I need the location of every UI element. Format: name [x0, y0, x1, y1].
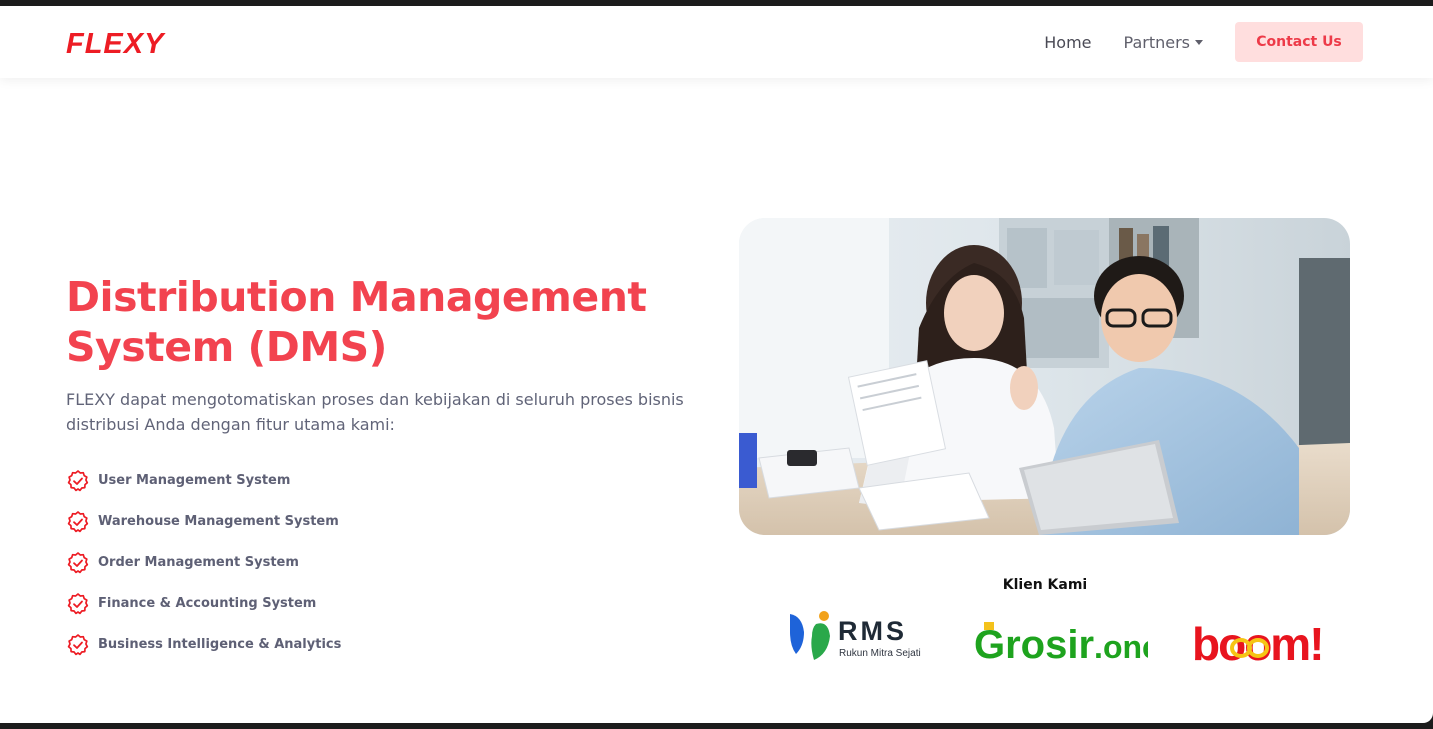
flexy-logo-text: FLEXY	[66, 28, 166, 60]
hero-photo	[739, 218, 1350, 535]
badge-check-icon	[67, 510, 89, 532]
badge-check-icon	[67, 592, 89, 614]
nav-links: Home Partners Contact Us	[1044, 22, 1363, 62]
badge-check-icon	[67, 469, 89, 491]
rms-tagline: Rukun Mitra Sejati	[839, 648, 921, 659]
feature-label: Order Management System	[98, 555, 299, 570]
bottom-bar	[0, 723, 1433, 729]
nav-partners-dropdown[interactable]: Partners	[1124, 33, 1203, 52]
feature-item: Business Intelligence & Analytics	[66, 624, 341, 665]
nav-home-link[interactable]: Home	[1044, 33, 1091, 52]
feature-label: Business Intelligence & Analytics	[98, 637, 342, 652]
feature-item: Order Management System	[66, 542, 341, 583]
grosir-one-client-logo: Grosir.one	[974, 622, 1148, 666]
clients-title: Klien Kami	[1002, 577, 1088, 593]
browser-window: FLEXY Home Partners Contact Us Distribut…	[0, 6, 1433, 723]
feature-label: Warehouse Management System	[98, 514, 339, 529]
rms-client-logo: RMS Rukun Mitra Sejati	[790, 611, 921, 660]
rms-name: RMS	[838, 616, 907, 646]
flexy-logo[interactable]: FLEXY	[66, 26, 188, 60]
feature-list: User Management System Warehouse Managem…	[66, 460, 341, 665]
feature-label: User Management System	[98, 473, 291, 488]
feature-item: Finance & Accounting System	[66, 583, 341, 624]
badge-check-icon	[67, 551, 89, 573]
grosir-name: Grosir.one	[974, 623, 1148, 666]
contact-us-button[interactable]: Contact Us	[1235, 22, 1363, 62]
feature-item: Warehouse Management System	[66, 501, 341, 542]
caret-down-icon	[1195, 39, 1203, 45]
badge-check-icon	[67, 633, 89, 655]
hero-description: FLEXY dapat mengotomatiskan proses dan k…	[66, 390, 684, 434]
navbar: FLEXY Home Partners Contact Us	[0, 6, 1433, 78]
boom-name: boom!	[1192, 618, 1323, 668]
feature-label: Finance & Accounting System	[98, 596, 317, 611]
hero-title: Distribution Management System (DMS)	[66, 273, 647, 371]
nav-partners-label: Partners	[1123, 32, 1190, 52]
feature-item: User Management System	[66, 460, 341, 501]
boom-client-logo: boom!	[1192, 618, 1325, 668]
